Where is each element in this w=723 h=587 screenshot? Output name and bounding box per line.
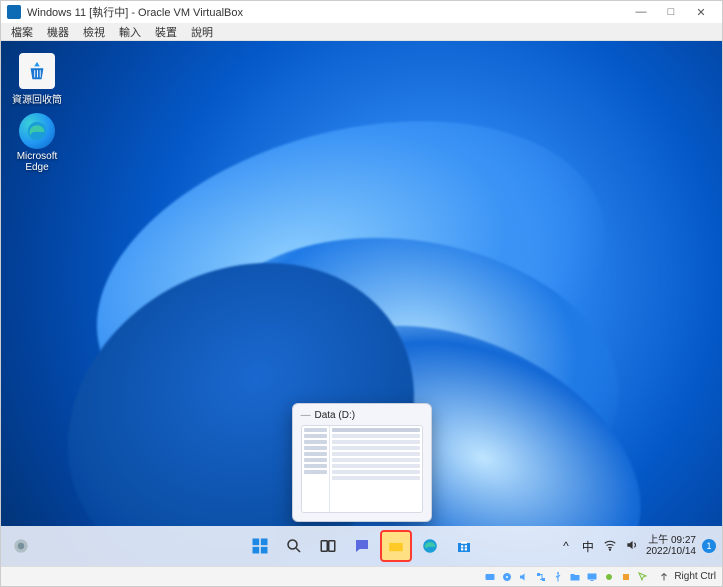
desktop-icon-label: 資源回收筒 — [12, 95, 62, 106]
chat-icon — [353, 537, 371, 555]
vb-status-shared-folders-icon[interactable] — [568, 570, 582, 584]
vb-status-network-icon[interactable] — [534, 570, 548, 584]
widgets-icon — [11, 536, 31, 556]
taskbar-date: 2022/10/14 — [646, 546, 696, 557]
vb-status-optical-icon[interactable] — [500, 570, 514, 584]
volume-icon[interactable] — [624, 538, 640, 555]
vb-menu-view[interactable]: 檢視 — [77, 24, 111, 40]
vb-status-display-icon[interactable] — [585, 570, 599, 584]
taskbar-time: 上午 09:27 — [646, 535, 696, 546]
vb-hostkey-label: Right Ctrl — [674, 571, 716, 582]
tray-chevron-up-icon[interactable]: ^ — [558, 539, 574, 553]
file-explorer-icon — [387, 537, 405, 555]
vb-statusbar: Right Ctrl — [1, 566, 722, 586]
virtualbox-icon — [7, 5, 21, 19]
vb-status-cpu-icon[interactable] — [619, 570, 633, 584]
desktop-icon-label: Microsoft Edge — [17, 151, 58, 173]
taskbar-preview-thumbnail[interactable]: — Data (D:) — [292, 403, 432, 522]
task-view-button[interactable] — [314, 532, 342, 560]
search-button[interactable] — [280, 532, 308, 560]
vb-status-audio-icon[interactable] — [517, 570, 531, 584]
start-button[interactable] — [246, 532, 274, 560]
preview-body — [301, 425, 423, 513]
store-button[interactable] — [450, 532, 478, 560]
vb-maximize-button[interactable]: □ — [656, 2, 686, 22]
preview-title: Data (D:) — [315, 410, 356, 421]
vb-close-button[interactable]: ✕ — [686, 2, 716, 22]
search-icon — [285, 537, 303, 555]
desktop-icon-edge[interactable]: Microsoft Edge — [7, 113, 67, 173]
vb-menu-input[interactable]: 輸入 — [113, 24, 147, 40]
edge-icon — [19, 113, 55, 149]
guest-desktop[interactable]: 資源回收筒 Microsoft Edge — Data (D:) — [1, 41, 722, 566]
virtualbox-window: Windows 11 [執行中] - Oracle VM VirtualBox … — [0, 0, 723, 587]
notification-badge[interactable]: 1 — [702, 539, 716, 553]
vb-menu-file[interactable]: 檔案 — [5, 24, 39, 40]
vb-status-recording-icon[interactable] — [602, 570, 616, 584]
vb-status-usb-icon[interactable] — [551, 570, 565, 584]
vb-status-mouse-icon[interactable] — [636, 570, 650, 584]
vb-menu-help[interactable]: 說明 — [185, 24, 219, 40]
desktop-icon-recycle-bin[interactable]: 資源回收筒 — [7, 53, 67, 106]
recycle-bin-icon — [19, 53, 55, 89]
vb-status-hdd-icon[interactable] — [483, 570, 497, 584]
file-explorer-button[interactable] — [382, 532, 410, 560]
taskbar: ^ 中 上午 09:27 2022/10/14 1 — [1, 526, 722, 566]
edge-button[interactable] — [416, 532, 444, 560]
vb-hostkey-icon — [657, 570, 671, 584]
vb-minimize-button[interactable]: — — [626, 2, 656, 22]
edge-icon — [421, 537, 439, 555]
taskbar-clock[interactable]: 上午 09:27 2022/10/14 — [646, 535, 696, 557]
vb-menu-devices[interactable]: 裝置 — [149, 24, 183, 40]
widgets-button[interactable] — [7, 532, 35, 560]
vb-window-title: Windows 11 [執行中] - Oracle VM VirtualBox — [27, 4, 243, 20]
store-icon — [455, 537, 473, 555]
vb-menubar: 檔案 機器 檢視 輸入 裝置 說明 — [1, 23, 722, 41]
vb-titlebar: Windows 11 [執行中] - Oracle VM VirtualBox … — [1, 1, 722, 23]
task-view-icon — [319, 537, 337, 555]
ime-indicator[interactable]: 中 — [580, 538, 596, 555]
preview-dash: — — [301, 410, 311, 421]
start-icon — [250, 536, 270, 556]
wifi-icon[interactable] — [602, 538, 618, 555]
chat-button[interactable] — [348, 532, 376, 560]
vb-menu-machine[interactable]: 機器 — [41, 24, 75, 40]
